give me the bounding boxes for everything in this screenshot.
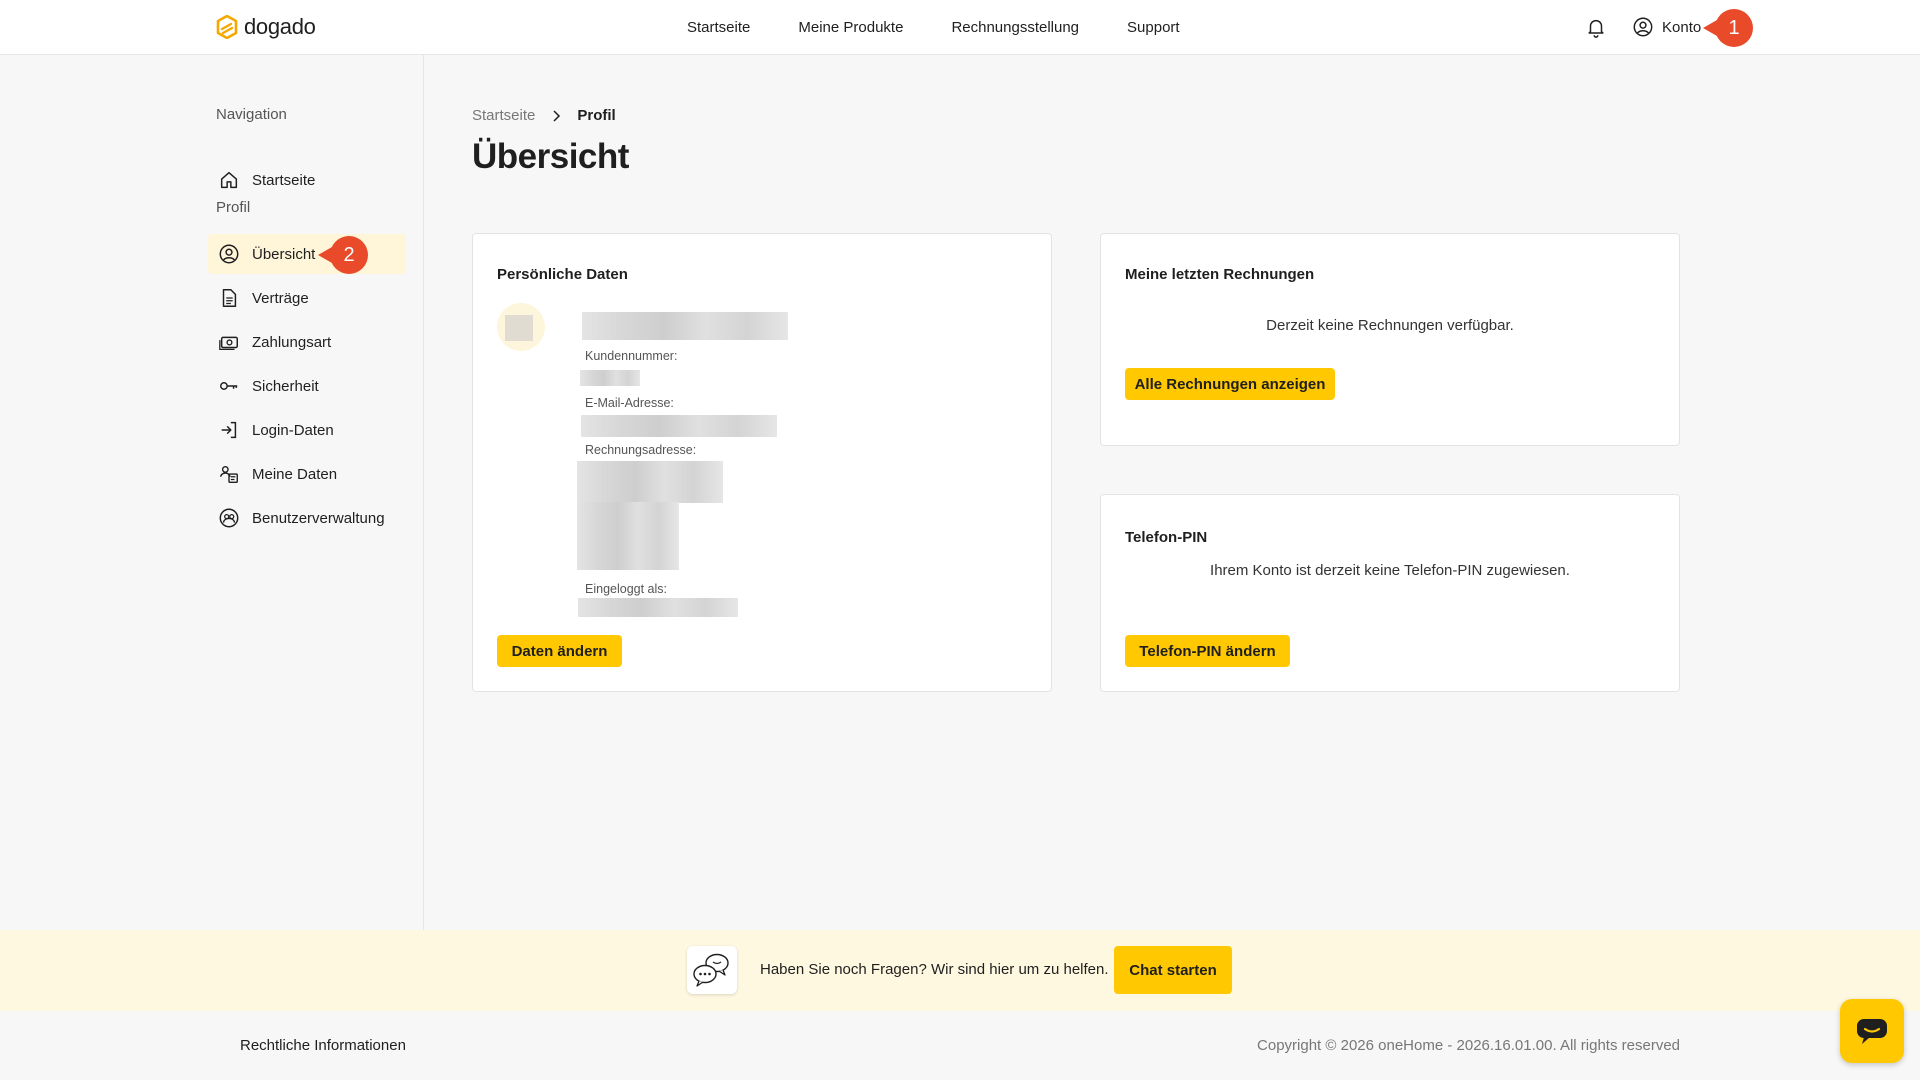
account-label: Konto bbox=[1662, 18, 1702, 36]
sidebar-item-label: Zahlungsart bbox=[252, 333, 332, 351]
sidebar-heading-navigation: Navigation bbox=[216, 106, 287, 123]
phone-pin-card: Telefon-PIN Ihrem Konto ist derzeit kein… bbox=[1100, 494, 1680, 692]
card-title: Telefon-PIN bbox=[1125, 529, 1208, 546]
start-chat-button[interactable]: Chat starten bbox=[1114, 946, 1232, 994]
show-all-invoices-button[interactable]: Alle Rechnungen anzeigen bbox=[1125, 368, 1335, 400]
sidebar-item-meine-daten[interactable]: Meine Daten bbox=[208, 454, 406, 494]
brand-name: dogado bbox=[244, 14, 316, 39]
breadcrumb: Startseite Profil bbox=[472, 107, 616, 124]
redacted-address-block bbox=[577, 502, 679, 570]
document-icon bbox=[222, 289, 237, 307]
breadcrumb-current: Profil bbox=[577, 107, 616, 124]
dogado-logo-icon bbox=[216, 15, 238, 39]
invoices-card: Meine letzten Rechnungen Derzeit keine R… bbox=[1100, 233, 1680, 446]
topnav-rechnungsstellung[interactable]: Rechnungsstellung bbox=[951, 19, 1079, 36]
marker-number: 2 bbox=[330, 236, 368, 274]
step-marker-2: 2 bbox=[318, 236, 368, 274]
data-settings-icon bbox=[220, 465, 238, 483]
brand-logo[interactable]: dogado bbox=[216, 14, 316, 40]
card-title: Meine letzten Rechnungen bbox=[1125, 266, 1315, 283]
user-circle-icon bbox=[219, 244, 239, 264]
email-label: E-Mail-Adresse: bbox=[585, 396, 674, 410]
step-marker-1: 1 bbox=[1703, 9, 1753, 47]
user-circle-icon bbox=[1633, 17, 1653, 37]
page-title: Übersicht bbox=[472, 137, 629, 176]
users-icon bbox=[219, 508, 239, 528]
logged-in-as-label: Eingeloggt als: bbox=[585, 582, 668, 596]
sidebar-item-benutzerverwaltung[interactable]: Benutzerverwaltung bbox=[208, 498, 406, 538]
login-icon bbox=[221, 421, 237, 439]
sidebar-item-uebersicht[interactable]: Übersicht bbox=[208, 234, 406, 274]
redacted-email bbox=[581, 415, 777, 437]
sidebar-item-label: Startseite bbox=[252, 171, 316, 189]
avatar-image bbox=[505, 315, 533, 341]
sidebar-item-label: Benutzerverwaltung bbox=[252, 509, 385, 527]
no-invoices-text: Derzeit keine Rechnungen verfügbar. bbox=[1266, 317, 1514, 334]
copyright-text: Copyright © 2026 oneHome - 2026.16.01.00… bbox=[1257, 1037, 1680, 1054]
breadcrumb-startseite[interactable]: Startseite bbox=[472, 107, 535, 124]
chevron-right-icon bbox=[553, 109, 561, 122]
chat-widget-button[interactable] bbox=[1840, 999, 1904, 1063]
sidebar-item-label: Sicherheit bbox=[252, 377, 319, 395]
topnav-support[interactable]: Support bbox=[1127, 19, 1180, 36]
footer: Rechtliche Informationen Copyright © 202… bbox=[0, 1011, 1920, 1080]
sidebar-item-sicherheit[interactable]: Sicherheit bbox=[208, 366, 406, 406]
sidebar-item-label: Verträge bbox=[252, 289, 309, 307]
account-menu[interactable]: Konto bbox=[1632, 16, 1701, 38]
personal-data-card: Persönliche Daten Kundennummer: E-Mail-A… bbox=[472, 233, 1052, 692]
sidebar-heading-profil: Profil bbox=[216, 199, 251, 216]
redacted-name bbox=[582, 312, 788, 340]
topnav-meine-produkte[interactable]: Meine Produkte bbox=[798, 19, 903, 36]
main-navigation: Startseite Meine Produkte Rechnungsstell… bbox=[687, 0, 1180, 55]
sidebar-item-startseite[interactable]: Startseite bbox=[208, 160, 406, 200]
sidebar: Navigation Startseite Profil Übersicht 2… bbox=[0, 55, 424, 930]
marker-number: 1 bbox=[1715, 9, 1753, 47]
card-title: Persönliche Daten bbox=[497, 266, 628, 283]
chat-banner: Haben Sie noch Fragen? Wir sind hier um … bbox=[0, 930, 1920, 1011]
sidebar-item-label: Login-Daten bbox=[252, 421, 334, 439]
chat-bubbles-icon bbox=[687, 946, 737, 994]
redacted-customer-number bbox=[580, 370, 640, 386]
customer-number-label: Kundennummer: bbox=[585, 349, 678, 363]
top-header: dogado Startseite Meine Produkte Rechnun… bbox=[0, 0, 1920, 55]
avatar bbox=[497, 303, 545, 351]
sidebar-item-label: Übersicht bbox=[252, 245, 316, 263]
redacted-login bbox=[578, 598, 738, 617]
sidebar-item-login-daten[interactable]: Login-Daten bbox=[208, 410, 406, 450]
sidebar-item-zahlungsart[interactable]: Zahlungsart bbox=[208, 322, 406, 362]
sidebar-item-label: Meine Daten bbox=[252, 465, 338, 483]
change-phone-pin-button[interactable]: Telefon-PIN ändern bbox=[1125, 635, 1290, 667]
notifications-bell-icon[interactable] bbox=[1585, 16, 1607, 38]
money-icon bbox=[219, 336, 238, 350]
legal-information-link[interactable]: Rechtliche Informationen bbox=[240, 1037, 406, 1054]
chat-icon bbox=[1857, 1019, 1887, 1044]
topnav-startseite[interactable]: Startseite bbox=[687, 19, 750, 36]
sidebar-item-vertraege[interactable]: Verträge bbox=[208, 278, 406, 318]
key-icon bbox=[220, 382, 238, 390]
home-icon bbox=[220, 171, 238, 189]
phone-pin-status-text: Ihrem Konto ist derzeit keine Telefon-PI… bbox=[1210, 562, 1570, 579]
billing-address-label: Rechnungsadresse: bbox=[585, 443, 697, 457]
redacted-address-line bbox=[577, 461, 723, 503]
chat-banner-text: Haben Sie noch Fragen? Wir sind hier um … bbox=[760, 961, 1109, 978]
edit-data-button[interactable]: Daten ändern bbox=[497, 635, 622, 667]
